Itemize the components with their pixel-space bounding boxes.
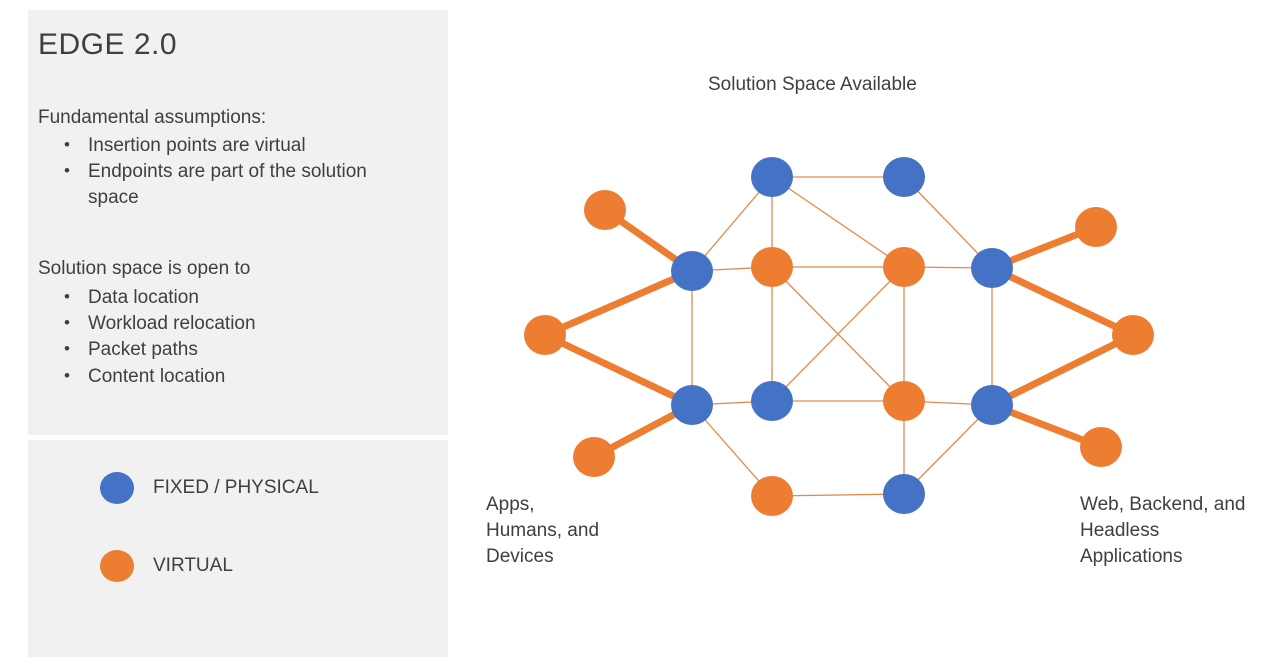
virtual-node[interactable] <box>524 315 566 355</box>
list-item: Content location <box>38 364 408 390</box>
right-endpoint-label: Web, Backend, and Headless Applications <box>1080 494 1246 568</box>
graph-edge <box>988 331 1137 409</box>
fixed-node[interactable] <box>971 248 1013 288</box>
list-item: Endpoints are part of the solution space <box>38 159 408 211</box>
virtual-node[interactable] <box>883 247 925 287</box>
openness-heading: Solution space is open to <box>38 258 251 279</box>
openness-list: Data location Workload relocation Packet… <box>38 285 408 390</box>
virtual-node[interactable] <box>883 381 925 421</box>
fixed-node[interactable] <box>671 385 713 425</box>
fixed-node[interactable] <box>751 157 793 197</box>
left-endpoint-label: Apps, Humans, and Devices <box>486 494 600 568</box>
fixed-node[interactable] <box>883 157 925 197</box>
node-layer <box>524 157 1154 516</box>
virtual-node[interactable] <box>1080 427 1122 467</box>
legend-item-fixed-physical: FIXED / PHYSICAL <box>100 472 319 504</box>
legend-item-virtual: VIRTUAL <box>100 550 233 582</box>
list-item: Data location <box>38 285 408 311</box>
list-item: Packet paths <box>38 337 408 363</box>
page-title: EDGE 2.0 <box>38 28 178 61</box>
graph-edge <box>541 267 696 339</box>
fixed-node[interactable] <box>751 381 793 421</box>
virtual-node[interactable] <box>1112 315 1154 355</box>
legend-label: FIXED / PHYSICAL <box>153 477 319 498</box>
list-item: Insertion points are virtual <box>38 133 408 159</box>
network-diagram: Solution Space Available Apps, Humans, a… <box>460 0 1280 672</box>
fixed-node[interactable] <box>883 474 925 514</box>
virtual-node[interactable] <box>584 190 626 230</box>
virtual-node[interactable] <box>573 437 615 477</box>
graph-edge <box>771 176 905 268</box>
graph-edge <box>988 264 1137 339</box>
diagram-title: Solution Space Available <box>708 74 917 95</box>
legend-label: VIRTUAL <box>153 555 233 576</box>
fixed-node-swatch-icon <box>100 472 134 504</box>
fixed-node[interactable] <box>971 385 1013 425</box>
virtual-node[interactable] <box>751 476 793 516</box>
graph-edge <box>541 331 696 409</box>
virtual-node[interactable] <box>751 247 793 287</box>
fixed-node[interactable] <box>671 251 713 291</box>
assumptions-heading: Fundamental assumptions: <box>38 107 267 128</box>
assumptions-list: Insertion points are virtual Endpoints a… <box>38 133 408 212</box>
list-item: Workload relocation <box>38 311 408 337</box>
virtual-node-swatch-icon <box>100 550 134 582</box>
edge-layer <box>541 176 1137 497</box>
network-diagram-canvas <box>524 157 1154 516</box>
virtual-node[interactable] <box>1075 207 1117 247</box>
